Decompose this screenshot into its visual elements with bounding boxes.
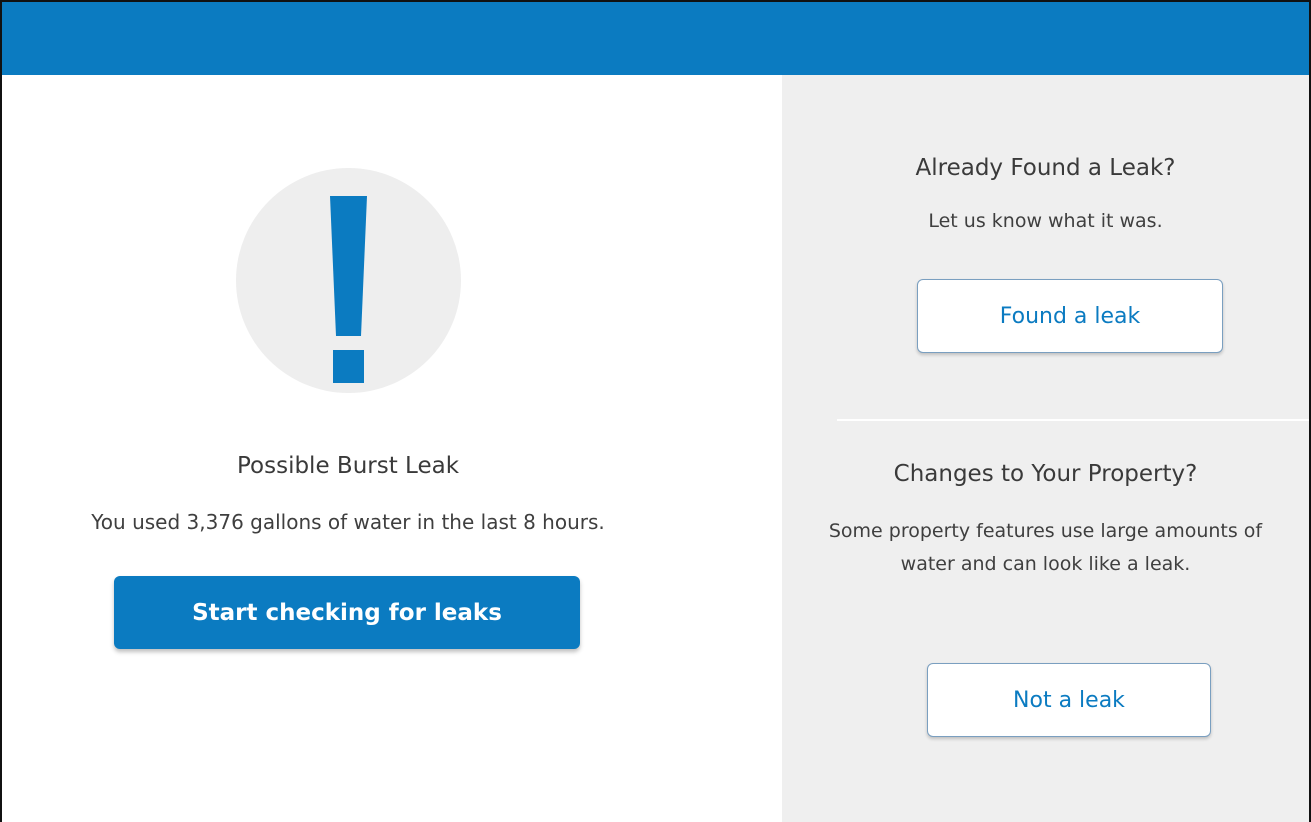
window-frame	[0, 0, 1311, 822]
